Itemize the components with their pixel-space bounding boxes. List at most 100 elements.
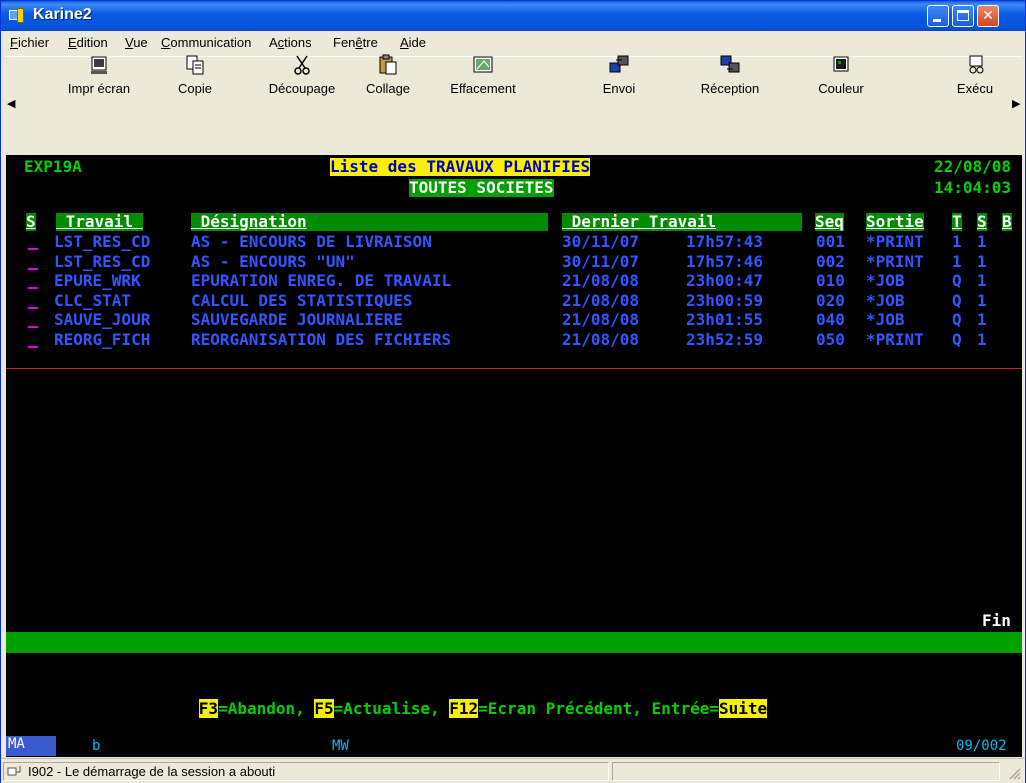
- toolbar-scroll-right-icon[interactable]: ▶: [1012, 97, 1022, 117]
- row-seq: 050: [816, 329, 845, 349]
- fkey-f12-text: =Ecran Précédent,: [478, 699, 652, 718]
- fkey-f3[interactable]: F3: [198, 699, 219, 718]
- fkey-f5[interactable]: F5: [314, 699, 334, 718]
- header-seq: Seq: [815, 212, 844, 231]
- toolbar: ◀ Impr écran Copie Découpage Collage Eff…: [5, 54, 1023, 155]
- toolbar-button-effacement[interactable]: Effacement: [437, 52, 529, 112]
- row-sortie: *PRINT: [866, 251, 924, 271]
- fkey-suite[interactable]: Suite: [718, 699, 768, 718]
- row-select-field[interactable]: [28, 248, 38, 250]
- window-title: Karine2: [33, 6, 92, 23]
- row-sortie: *PRINT: [866, 329, 924, 349]
- row-select-field[interactable]: [28, 287, 38, 289]
- row-select-field[interactable]: [28, 345, 38, 348]
- title-bar[interactable]: Karine2 ✕: [1, 1, 1025, 31]
- fin-indicator: Fin: [982, 611, 1011, 630]
- resize-grip-icon[interactable]: [1007, 766, 1021, 780]
- header-t: T: [952, 212, 962, 231]
- toolbar-button-execution[interactable]: Exécu: [946, 52, 1004, 112]
- operator-info-area: MA b MW 09/002: [6, 735, 1022, 757]
- cursor-position: 09/002: [956, 738, 1007, 754]
- toolbar-button-envoi[interactable]: Envoi: [589, 52, 649, 112]
- message-bar: [6, 632, 1022, 653]
- minimize-button[interactable]: [927, 5, 949, 27]
- row-s: 1: [977, 329, 987, 349]
- toolbar-label: Couleur: [818, 81, 864, 96]
- row-seq: 040: [816, 310, 845, 329]
- close-button[interactable]: ✕: [977, 5, 999, 27]
- screen-date: 22/08/08: [934, 157, 1012, 176]
- row-select-field[interactable]: [28, 306, 38, 309]
- row-heure: 23h01:55: [686, 310, 764, 329]
- row-t: Q: [952, 290, 962, 310]
- row-t: 1: [952, 232, 962, 251]
- row-t: Q: [952, 271, 962, 290]
- row-sortie: *PRINT: [866, 232, 924, 251]
- row-t: Q: [952, 329, 962, 349]
- minimize-icon: [933, 19, 941, 22]
- status-message: I902 - Le démarrage de la session a abou…: [28, 764, 276, 779]
- row-designation: REORGANISATION DES FICHIERS: [191, 329, 452, 349]
- toolbar-label: Exécu: [956, 81, 994, 96]
- header-travail: Travail: [56, 212, 143, 231]
- menu-vue[interactable]: Vue: [125, 35, 148, 50]
- fkey-f12[interactable]: F12: [449, 699, 479, 718]
- function-keys: F3=Abandon, F5=Actualise, F12=Ecran Préc…: [141, 682, 768, 735]
- receive-icon: [720, 55, 740, 73]
- status-pane-main: I902 - Le démarrage de la session a abou…: [3, 762, 609, 781]
- terminal-screen[interactable]: EXP19A Liste des TRAVAUX PLANIFIES TOUTE…: [6, 155, 1022, 735]
- menu-fichier[interactable]: Fichier: [10, 35, 49, 50]
- row-sortie: *JOB: [866, 271, 905, 290]
- cursor-line: [6, 368, 1022, 369]
- toolbar-button-decoupage[interactable]: Découpage: [262, 52, 342, 112]
- menu-edition[interactable]: Edition: [68, 35, 108, 50]
- fkey-entree-text: =: [709, 699, 719, 718]
- toolbar-label: Impr écran: [67, 81, 131, 96]
- row-s: 1: [977, 251, 987, 271]
- close-icon: ✕: [982, 8, 994, 24]
- row-travail: LST_RES_CD: [54, 251, 151, 271]
- header-sortie: Sortie: [866, 212, 924, 231]
- program-name: EXP19A: [24, 157, 82, 176]
- status-bar: I902 - Le démarrage de la session a abou…: [1, 758, 1025, 783]
- row-designation: EPURATION ENREG. DE TRAVAIL: [191, 271, 452, 290]
- toolbar-button-collage[interactable]: Collage: [355, 52, 421, 112]
- row-heure: 23h00:47: [686, 271, 764, 290]
- toolbar-button-copie[interactable]: Copie: [165, 52, 225, 112]
- row-heure: 23h52:59: [686, 329, 764, 349]
- status-pane-secondary: [612, 762, 1000, 781]
- toolbar-button-reception[interactable]: Réception: [690, 52, 770, 112]
- maximize-button[interactable]: [952, 5, 974, 27]
- maximize-icon: [957, 10, 969, 21]
- row-date: 30/11/07: [562, 251, 640, 271]
- execute-icon: [969, 55, 984, 74]
- fkey-entree[interactable]: Entrée: [652, 699, 710, 718]
- row-seq: 002: [816, 251, 845, 271]
- row-seq: 020: [816, 290, 845, 310]
- row-s: 1: [977, 290, 987, 310]
- row-t: Q: [952, 310, 962, 329]
- row-heure: 17h57:46: [686, 251, 764, 271]
- menu-fenetre[interactable]: Fenêtre: [333, 35, 378, 50]
- row-select-field[interactable]: [28, 326, 38, 328]
- toolbar-label: Découpage: [268, 81, 336, 96]
- row-select-field[interactable]: [28, 267, 38, 270]
- cut-icon: [294, 55, 310, 75]
- header-s: S: [26, 212, 36, 231]
- toolbar-label: Effacement: [450, 81, 516, 96]
- oia-mw: MW: [332, 738, 349, 754]
- menu-communication[interactable]: Communication: [161, 35, 251, 50]
- row-heure: 23h00:59: [686, 290, 764, 310]
- fkey-f3-text: =Abandon,: [218, 699, 315, 718]
- toolbar-label: Collage: [365, 81, 411, 96]
- app-icon[interactable]: [9, 8, 27, 24]
- row-date: 30/11/07: [562, 232, 640, 251]
- row-designation: AS - ENCOURS DE LIVRAISON: [191, 232, 432, 251]
- row-travail: SAUVE_JOUR: [54, 310, 151, 329]
- toolbar-button-impr-ecran[interactable]: Impr écran: [49, 52, 149, 112]
- oia-ma: MA: [6, 736, 56, 756]
- toolbar-scroll-left-icon[interactable]: ◀: [7, 97, 17, 117]
- toolbar-button-couleur[interactable]: Couleur: [811, 52, 871, 112]
- menu-actions[interactable]: Actions: [269, 35, 312, 50]
- menu-aide[interactable]: Aide: [400, 35, 426, 50]
